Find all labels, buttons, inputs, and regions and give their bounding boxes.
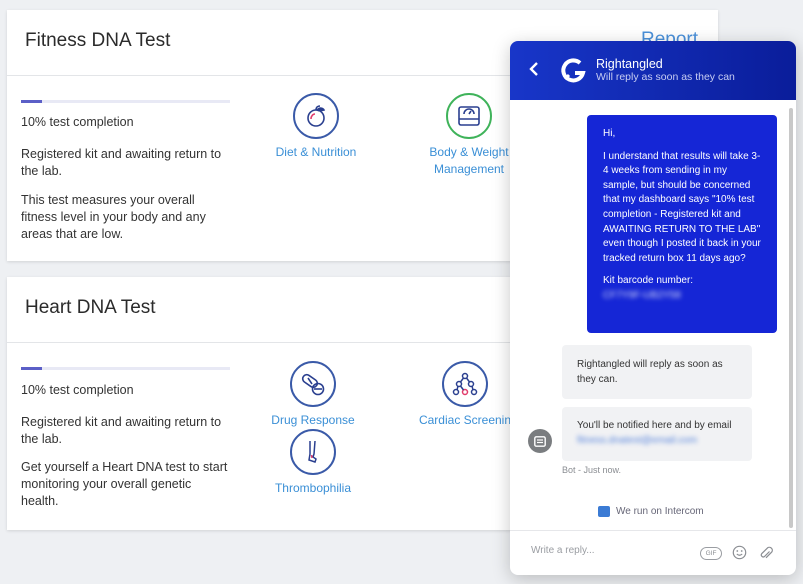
- status-text: Registered kit and awaiting return to th…: [21, 414, 221, 448]
- completion-text: 10% test completion: [21, 383, 134, 397]
- message-meta: Bot - Just now.: [562, 465, 622, 475]
- message-body: I understand that results will take 3-4 …: [603, 150, 761, 264]
- card-title: Fitness DNA Test: [25, 30, 171, 51]
- trait-drug-response[interactable]: Drug Response: [263, 361, 363, 429]
- card-title: Heart DNA Test: [25, 297, 156, 318]
- powered-by-text: We run on Intercom: [616, 506, 704, 517]
- chat-composer: GIF: [510, 530, 796, 575]
- trait-thrombophilia[interactable]: Thrombophilia: [263, 429, 363, 497]
- description-text: This test measures your overall fitness …: [21, 192, 206, 243]
- progress-fill: [21, 367, 42, 370]
- bot-message: Rightangled will reply as soon as they c…: [562, 345, 752, 399]
- rightangled-logo-icon: [560, 57, 588, 85]
- trait-label: Body & Weight Management: [419, 144, 519, 178]
- description-line: This test measures your overall: [21, 193, 195, 207]
- chat-subtitle: Will reply as soon as they can: [596, 71, 735, 83]
- chevron-left-icon: [529, 62, 538, 76]
- attach-button[interactable]: [759, 545, 773, 566]
- description-line: Get yourself a Heart DNA test to start: [21, 460, 228, 474]
- barcode-block: Kit barcode number: CF7Y9F-UB2Y58: [603, 274, 763, 303]
- intercom-icon: [598, 506, 610, 517]
- trait-body-weight[interactable]: Body & Weight Management: [419, 93, 519, 178]
- trait-diet-nutrition[interactable]: Diet & Nutrition: [266, 93, 366, 161]
- bot-avatar: [528, 429, 552, 453]
- emoji-button[interactable]: [732, 545, 747, 565]
- scrollbar[interactable]: [789, 108, 793, 528]
- status-text: Registered kit and awaiting return to th…: [21, 146, 221, 180]
- status-line: Registered kit and awaiting return to: [21, 147, 222, 161]
- description-line: areas that are low.: [21, 227, 124, 241]
- progress-fill: [21, 100, 42, 103]
- emoji-icon: [732, 545, 747, 560]
- pills-icon: [290, 361, 336, 407]
- barcode-value: CF7Y9F-UB2Y58: [603, 289, 681, 301]
- description-line: fitness level in your body and any: [21, 210, 206, 224]
- bot-reply-text: Rightangled will reply as soon as they c…: [577, 359, 723, 385]
- trait-label: Drug Response: [271, 413, 355, 427]
- molecule-icon: [442, 361, 488, 407]
- status-line: Registered kit and awaiting return to: [21, 415, 222, 429]
- scale-icon: [446, 93, 492, 139]
- trait-label: Thrombophilia: [274, 481, 352, 495]
- completion-text: 10% test completion: [21, 115, 134, 129]
- trait-cardiac-screening[interactable]: Cardiac Screenin: [415, 361, 515, 429]
- bot-notify-message: You'll be notified here and by email fit…: [562, 407, 752, 461]
- progress-bar: [21, 100, 230, 103]
- apple-icon: [293, 93, 339, 139]
- status-line: the lab.: [21, 164, 63, 178]
- chat-conversation: Hi, I understand that results will take …: [510, 100, 796, 530]
- back-button[interactable]: [528, 60, 540, 81]
- user-message: Hi, I understand that results will take …: [587, 115, 777, 333]
- trait-label-line: Management: [433, 162, 505, 176]
- intercom-link[interactable]: We run on Intercom: [598, 506, 704, 517]
- trait-label: Diet & Nutrition: [275, 145, 357, 159]
- description-text: Get yourself a Heart DNA test to start m…: [21, 459, 227, 510]
- chat-title: Rightangled: [596, 57, 663, 71]
- gif-button[interactable]: GIF: [700, 547, 722, 560]
- chat-widget: Rightangled Will reply as soon as they c…: [510, 41, 796, 575]
- paperclip-icon: [760, 546, 773, 559]
- chat-header: Rightangled Will reply as soon as they c…: [510, 41, 796, 100]
- description-line: health.: [21, 494, 59, 508]
- barcode-label: Kit barcode number:: [603, 275, 694, 287]
- description-line: monitoring your overall genetic: [21, 477, 192, 491]
- bot-notify-text: You'll be notified here and by email: [577, 420, 732, 431]
- message-greeting: Hi,: [603, 128, 616, 139]
- trait-label-line: Body & Weight: [429, 145, 509, 159]
- chat-bubble-icon: [534, 435, 546, 447]
- status-line: the lab.: [21, 432, 63, 446]
- trait-label: Cardiac Screenin: [418, 413, 512, 427]
- leg-icon: [290, 429, 336, 475]
- bot-email: fitness.dnatest@email.com: [577, 434, 698, 446]
- reply-input[interactable]: [531, 545, 691, 556]
- progress-bar: [21, 367, 230, 370]
